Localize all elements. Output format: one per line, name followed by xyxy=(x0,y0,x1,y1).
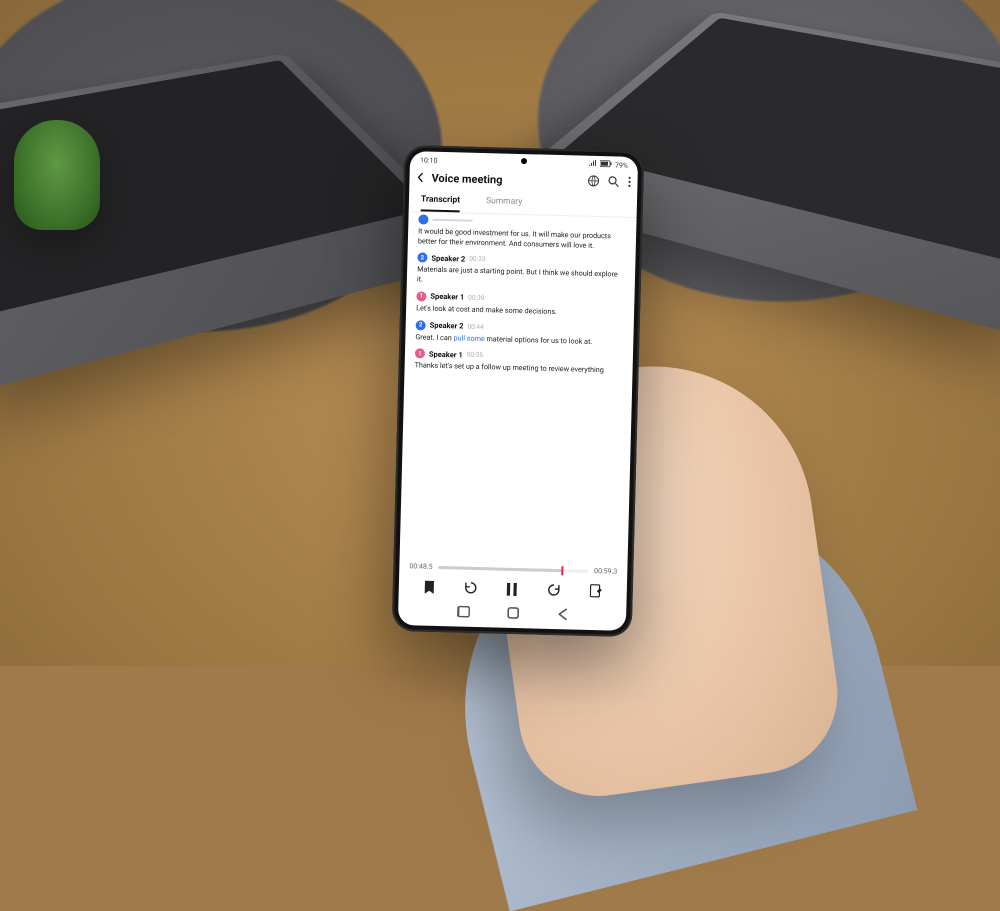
utterance-text: Materials are just a starting point. But… xyxy=(417,265,625,290)
speaker-avatar: 2 xyxy=(416,320,426,330)
status-time: 10:10 xyxy=(420,156,438,164)
utterance-fragment: material options for us to look at. xyxy=(485,334,593,346)
android-nav-bar xyxy=(398,599,627,631)
timestamp: 00:55 xyxy=(467,351,483,359)
utterance-link[interactable]: pull some xyxy=(453,333,484,343)
page-title: Voice meeting xyxy=(431,172,581,189)
battery-percent: 79% xyxy=(615,161,628,169)
signal-icon xyxy=(589,160,597,169)
pause-icon[interactable] xyxy=(507,582,517,595)
phone-screen: 10:10 79% Voice meeting xyxy=(398,151,638,631)
nav-recents-icon[interactable] xyxy=(457,605,470,619)
speaker-avatar xyxy=(418,214,428,224)
speaker-name: Speaker 1 xyxy=(429,349,463,359)
scrub-current-time: 00:48.5 xyxy=(409,562,432,571)
transcript-entry: 2 Speaker 2 00:33 Materials are just a s… xyxy=(417,253,626,290)
transcript-entry: It would be good investment for us. It w… xyxy=(418,214,627,251)
speaker-avatar: 1 xyxy=(415,349,425,359)
speaker-avatar: 2 xyxy=(417,253,427,263)
scrub-total-time: 00:59.3 xyxy=(594,567,617,576)
tab-transcript[interactable]: Transcript xyxy=(421,191,461,212)
rewind-icon[interactable] xyxy=(464,581,478,595)
speaker-name: Speaker 2 xyxy=(431,254,465,264)
green-glass-prop xyxy=(14,120,100,230)
utterance-fragment: Great. I can xyxy=(415,332,453,342)
search-icon[interactable] xyxy=(607,175,619,190)
timestamp: 00:39 xyxy=(468,294,484,302)
note-edit-icon[interactable] xyxy=(590,584,602,598)
nav-home-icon[interactable] xyxy=(507,607,519,621)
transcript-entry: 1 Speaker 1 00:39 Let's look at cost and… xyxy=(416,291,624,318)
transcript-entry: 1 Speaker 1 00:55 Thanks let's set up a … xyxy=(415,349,623,376)
tab-summary[interactable]: Summary xyxy=(486,193,523,214)
speaker-avatar: 1 xyxy=(416,291,426,301)
more-icon[interactable] xyxy=(627,176,631,191)
speaker-name xyxy=(432,219,472,222)
globe-icon[interactable] xyxy=(587,175,599,190)
timestamp: 00:33 xyxy=(469,255,485,263)
scrub-playhead[interactable] xyxy=(561,566,563,575)
back-icon[interactable] xyxy=(415,172,425,184)
forward-icon[interactable] xyxy=(546,583,560,597)
scrub-progress xyxy=(439,565,562,571)
scrub-track[interactable] xyxy=(439,565,589,572)
bookmark-icon[interactable] xyxy=(423,580,434,593)
nav-back-icon[interactable] xyxy=(557,608,567,622)
battery-icon xyxy=(600,160,612,169)
transcript-entry: 2 Speaker 2 00:44 Great. I can pull some… xyxy=(415,320,623,347)
timestamp: 00:44 xyxy=(467,322,483,330)
speaker-name: Speaker 2 xyxy=(430,321,464,331)
transcript-list[interactable]: It would be good investment for us. It w… xyxy=(400,212,637,565)
smartphone-device: 10:10 79% Voice meeting xyxy=(392,145,645,637)
utterance-text: It would be good investment for us. It w… xyxy=(418,226,626,251)
speaker-name: Speaker 1 xyxy=(430,292,464,302)
